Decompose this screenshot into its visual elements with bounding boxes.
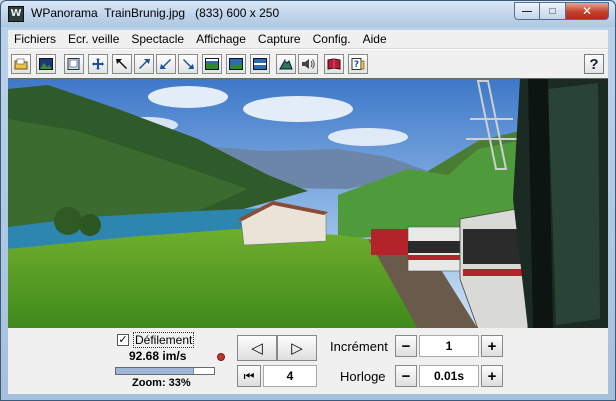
- increment-plus-button[interactable]: +: [481, 335, 503, 357]
- toolbar: ? ?: [8, 49, 608, 78]
- upleft-button[interactable]: [112, 54, 132, 74]
- zoom-slider[interactable]: [115, 367, 215, 375]
- image-top-icon: [205, 58, 219, 70]
- panorama-image[interactable]: [8, 78, 608, 328]
- close-button[interactable]: ✕: [566, 2, 609, 20]
- move-button[interactable]: [88, 54, 108, 74]
- speaker-icon: [302, 59, 315, 69]
- arrow-downright-icon: [183, 59, 194, 69]
- window-title: WPanorama TrainBrunig.jpg (833) 600 x 25…: [31, 6, 280, 20]
- downleft-button[interactable]: [156, 54, 176, 74]
- upright-button[interactable]: [134, 54, 154, 74]
- next-button[interactable]: ▷: [277, 335, 317, 361]
- menu-aide[interactable]: Aide: [357, 32, 393, 46]
- image-middle-button[interactable]: [226, 54, 246, 74]
- frame-number-field[interactable]: 4: [263, 365, 317, 387]
- increment-label: Incrément: [330, 339, 388, 354]
- help-button[interactable]: ?: [584, 54, 604, 74]
- help-doc-button[interactable]: ?: [348, 54, 368, 74]
- window-controls: — □ ✕: [514, 2, 609, 20]
- zoom-label: Zoom: 33%: [132, 377, 191, 389]
- book-button[interactable]: [324, 54, 344, 74]
- record-indicator-icon: [217, 353, 225, 361]
- menu-fichiers[interactable]: Fichiers: [8, 32, 62, 46]
- speed-readout: 92.68 im/s: [129, 349, 187, 363]
- scroll-label[interactable]: Défilement: [133, 332, 195, 348]
- minimize-button[interactable]: —: [514, 2, 540, 20]
- first-frame-button[interactable]: ⏮: [237, 365, 261, 387]
- panorama-scene: [8, 79, 608, 328]
- clock-minus-button[interactable]: −: [395, 365, 417, 387]
- clock-field[interactable]: 0.01s: [419, 365, 479, 387]
- sound-button[interactable]: [298, 54, 318, 74]
- menu-ecr-veille[interactable]: Ecr. veille: [62, 32, 125, 46]
- clock-plus-button[interactable]: +: [481, 365, 503, 387]
- mountain-icon: [279, 59, 293, 70]
- increment-minus-button[interactable]: −: [395, 335, 417, 357]
- window-frame-button[interactable]: [64, 54, 84, 74]
- app-icon[interactable]: W: [8, 6, 24, 22]
- help-document-icon: ?: [351, 58, 365, 70]
- menu-bar: Fichiers Ecr. veille Spectacle Affichage…: [8, 30, 608, 49]
- scroll-checkbox[interactable]: ✓: [117, 334, 129, 346]
- book-icon: [327, 58, 341, 70]
- menu-capture[interactable]: Capture: [252, 32, 307, 46]
- downright-button[interactable]: [178, 54, 198, 74]
- open-folder-icon: [14, 58, 28, 70]
- image-top-button[interactable]: [202, 54, 222, 74]
- menu-config[interactable]: Config.: [307, 32, 357, 46]
- arrow-downleft-icon: [160, 59, 171, 69]
- previous-button[interactable]: ◁: [237, 335, 277, 361]
- app-window: W WPanorama TrainBrunig.jpg (833) 600 x …: [0, 0, 616, 401]
- menu-spectacle[interactable]: Spectacle: [125, 32, 190, 46]
- arrow-upright-icon: [139, 59, 150, 69]
- increment-field[interactable]: 1: [419, 335, 479, 357]
- mountain-button[interactable]: [276, 54, 296, 74]
- arrow-upleft-icon: [116, 59, 127, 69]
- maximize-button[interactable]: □: [540, 2, 566, 20]
- image-bottom-button[interactable]: [250, 54, 270, 74]
- image-bottom-icon: [253, 58, 267, 70]
- title-bar[interactable]: W WPanorama TrainBrunig.jpg (833) 600 x …: [1, 1, 615, 27]
- open-folder-button[interactable]: [11, 54, 31, 74]
- zoom-slider-fill: [116, 368, 194, 374]
- image-middle-icon: [229, 58, 243, 70]
- window-frame-icon: [67, 58, 80, 70]
- move-arrows-icon: [92, 58, 104, 70]
- clock-label: Horloge: [340, 369, 386, 384]
- landscape-image-icon: [39, 58, 53, 70]
- menu-affichage[interactable]: Affichage: [190, 32, 252, 46]
- image-button[interactable]: [36, 54, 56, 74]
- svg-text:?: ?: [354, 60, 359, 70]
- control-panel: ✓ Défilement 92.68 im/s Zoom: 33% ◁ ▷ ⏮ …: [8, 328, 608, 394]
